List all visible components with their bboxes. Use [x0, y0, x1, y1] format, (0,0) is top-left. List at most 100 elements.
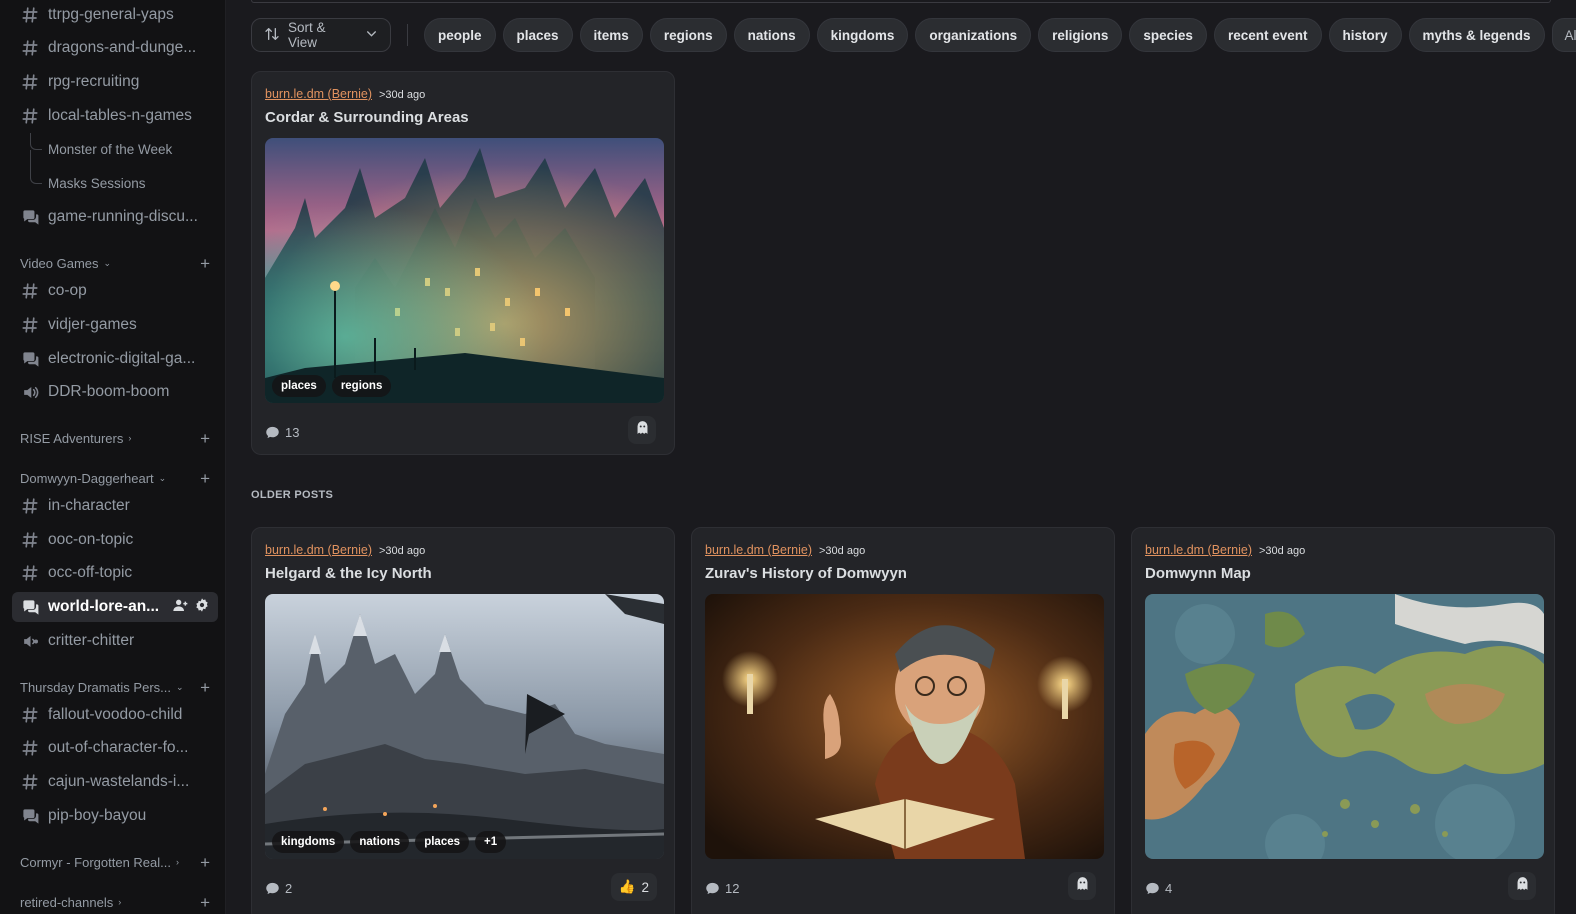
- tag-filter-species[interactable]: species: [1129, 18, 1207, 52]
- channel-out-of-character[interactable]: out-of-character-fo...: [12, 733, 218, 763]
- channel-dragons-and-dungeons[interactable]: dragons-and-dunge...: [12, 33, 218, 63]
- post-time: >30d ago: [379, 545, 426, 557]
- text-channel-icon: [20, 738, 40, 758]
- thread-masks-sessions[interactable]: Masks Sessions: [48, 176, 146, 191]
- channel-label: occ-off-topic: [48, 564, 133, 581]
- channel-label: local-tables-n-games: [48, 107, 192, 124]
- channel-co-op[interactable]: co-op: [12, 276, 218, 306]
- post-time: >30d ago: [1259, 545, 1306, 557]
- post-title[interactable]: Domwynn Map: [1145, 565, 1251, 582]
- tag-filter-regions[interactable]: regions: [649, 18, 727, 52]
- post-title[interactable]: Helgard & the Icy North: [265, 565, 432, 582]
- channel-game-running[interactable]: game-running-discu...: [12, 202, 218, 232]
- section-header: OLDER POSTS: [251, 489, 334, 501]
- add-channel-icon[interactable]: +: [200, 679, 218, 696]
- add-channel-icon[interactable]: +: [200, 470, 218, 487]
- post-time: >30d ago: [819, 545, 866, 557]
- channel-label: in-character: [48, 497, 130, 514]
- post-author[interactable]: burn.le.dm (Bernie): [265, 87, 372, 101]
- post-title[interactable]: Zurav's History of Domwyyn: [705, 565, 907, 582]
- sort-and-view-button[interactable]: Sort & View: [251, 18, 391, 52]
- category-rise-adventurers[interactable]: RISE Adventurers › +: [20, 429, 218, 447]
- channel-label: ooc-on-topic: [48, 531, 134, 548]
- post-author[interactable]: burn.le.dm (Bernie): [705, 543, 812, 557]
- category-cormyr[interactable]: Cormyr - Forgotten Real... › +: [20, 853, 218, 871]
- post-card[interactable]: burn.le.dm (Bernie) >30d ago Helgard & t…: [251, 527, 675, 914]
- text-channel-icon: [20, 530, 40, 550]
- channel-fallout-voodoo-child[interactable]: fallout-voodoo-child: [12, 700, 218, 730]
- speech-bubble-icon: [705, 881, 720, 896]
- channel-ttrpg-general-yaps[interactable]: ttrpg-general-yaps: [12, 0, 218, 30]
- tag-filter-places[interactable]: places: [502, 18, 573, 52]
- post-card[interactable]: burn.le.dm (Bernie) >30d ago Cordar & Su…: [251, 71, 675, 455]
- tag-filter-religions[interactable]: religions: [1038, 18, 1123, 52]
- post-card[interactable]: burn.le.dm (Bernie) >30d ago Zurav's His…: [691, 527, 1115, 914]
- follow-post-button[interactable]: [1068, 872, 1096, 900]
- channel-label: electronic-digital-ga...: [48, 350, 196, 367]
- post-author[interactable]: burn.le.dm (Bernie): [1145, 543, 1252, 557]
- post-thumbnail[interactable]: kingdoms nations places +1: [265, 594, 664, 859]
- add-channel-icon[interactable]: +: [200, 255, 218, 272]
- chevron-down-icon: ⌄: [176, 681, 184, 692]
- post-thumbnail[interactable]: places regions: [265, 138, 664, 403]
- comment-count: 13: [265, 425, 299, 440]
- tag-filter-organizations[interactable]: organizations: [915, 18, 1032, 52]
- tag-filter-myths-legends[interactable]: myths & legends: [1408, 18, 1545, 52]
- text-channel-icon: [20, 315, 40, 335]
- sort-label: Sort & View: [288, 20, 326, 50]
- category-thursday-dramatis[interactable]: Thursday Dramatis Pers... ⌄ +: [20, 678, 218, 696]
- channel-local-tables-n-games[interactable]: local-tables-n-games: [12, 101, 218, 131]
- category-label: Domwyyn-Daggerheart: [20, 470, 154, 486]
- tag-filter-recent-event[interactable]: recent event: [1213, 18, 1322, 52]
- gear-icon[interactable]: [194, 597, 210, 618]
- tag-filter-people[interactable]: people: [424, 18, 496, 52]
- thread-monster-of-the-week[interactable]: Monster of the Week: [48, 142, 172, 157]
- channel-electronic-digital-games[interactable]: electronic-digital-ga...: [12, 344, 218, 374]
- channel-rpg-recruiting[interactable]: rpg-recruiting: [12, 67, 218, 97]
- follow-post-button[interactable]: [628, 416, 656, 444]
- channel-ooc-on-topic[interactable]: ooc-on-topic: [12, 525, 218, 555]
- channel-pip-boy-bayou[interactable]: pip-boy-bayou: [12, 801, 218, 831]
- add-channel-icon[interactable]: +: [200, 430, 218, 447]
- category-domwyyn-daggerheart[interactable]: Domwyyn-Daggerheart ⌄ +: [20, 469, 218, 487]
- chevron-right-icon: ›: [128, 433, 132, 443]
- follow-post-button[interactable]: [1508, 872, 1536, 900]
- chevron-right-icon: ›: [118, 897, 122, 907]
- channel-occ-off-topic[interactable]: occ-off-topic: [12, 558, 218, 588]
- channel-label: out-of-character-fo...: [48, 739, 189, 756]
- tag-filter-nations[interactable]: nations: [733, 18, 810, 52]
- post-author[interactable]: burn.le.dm (Bernie): [265, 543, 372, 557]
- channel-world-lore-active[interactable]: world-lore-an...: [12, 592, 218, 622]
- post-title[interactable]: Cordar & Surrounding Areas: [265, 109, 469, 126]
- text-channel-icon: [20, 772, 40, 792]
- channel-label: game-running-discu...: [48, 208, 198, 225]
- tag-filter-items[interactable]: items: [579, 18, 643, 52]
- channel-vidjer-games[interactable]: vidjer-games: [12, 310, 218, 340]
- add-channel-icon[interactable]: +: [200, 894, 218, 911]
- channel-cajun-wastelands[interactable]: cajun-wastelands-i...: [12, 767, 218, 797]
- channel-critter-chitter[interactable]: critter-chitter: [12, 626, 218, 656]
- sort-icon: [264, 26, 280, 45]
- category-retired-channels[interactable]: retired-channels › +: [20, 893, 218, 911]
- channel-label: vidjer-games: [48, 316, 137, 333]
- channel-in-character[interactable]: in-character: [12, 491, 218, 521]
- reaction-count: 2: [641, 879, 649, 895]
- category-label: RISE Adventurers: [20, 430, 124, 446]
- category-video-games[interactable]: Video Games ⌄ +: [20, 254, 218, 272]
- post-thumbnail[interactable]: [1145, 594, 1544, 859]
- post-tag: kingdoms: [272, 831, 345, 853]
- invite-member-icon[interactable]: [172, 597, 188, 618]
- post-tag: places: [415, 831, 470, 853]
- post-card[interactable]: burn.le.dm (Bernie) >30d ago Domwynn Map…: [1131, 527, 1555, 914]
- add-channel-icon[interactable]: +: [200, 854, 218, 871]
- tag-filter-kingdoms[interactable]: kingdoms: [816, 18, 909, 52]
- tag-filter-history[interactable]: history: [1328, 18, 1402, 52]
- channel-ddr-boom-boom[interactable]: DDR-boom-boom: [12, 377, 218, 407]
- all-tags-dropdown[interactable]: All: [1551, 18, 1576, 52]
- channel-label: fallout-voodoo-child: [48, 706, 183, 723]
- reaction-button[interactable]: 👍 2: [610, 873, 657, 901]
- channel-label: DDR-boom-boom: [48, 383, 170, 400]
- channel-label: critter-chitter: [48, 632, 135, 649]
- speech-bubble-icon: [265, 425, 280, 440]
- post-thumbnail[interactable]: [705, 594, 1104, 859]
